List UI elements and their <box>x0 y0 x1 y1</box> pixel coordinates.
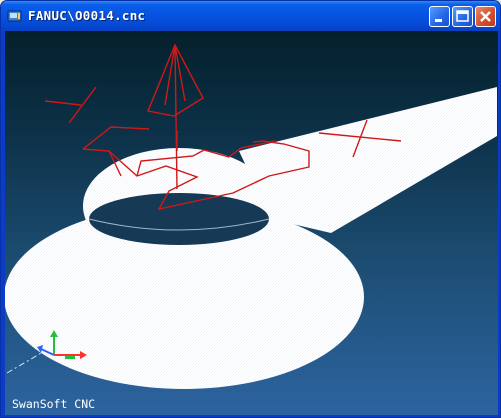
workpiece-arm <box>239 87 497 233</box>
simulation-viewport[interactable]: SwanSoft CNC <box>5 31 498 415</box>
minimize-icon <box>435 19 442 22</box>
workpiece-hole <box>89 193 269 245</box>
close-button[interactable] <box>475 6 496 27</box>
window-title: FANUC\O0014.cnc <box>28 8 146 23</box>
machining-scene <box>5 43 498 389</box>
cnc-app-icon <box>7 10 22 22</box>
title-bar[interactable]: FANUC\O0014.cnc <box>1 1 500 31</box>
maximize-icon <box>456 10 469 22</box>
swansoft-watermark: SwanSoft CNC <box>12 397 96 411</box>
maximize-button[interactable] <box>452 6 473 27</box>
minimize-button[interactable] <box>429 6 450 27</box>
cnc-simulation-window: FANUC\O0014.cnc SwanSoft CNC <box>0 0 501 418</box>
close-icon <box>480 11 491 22</box>
